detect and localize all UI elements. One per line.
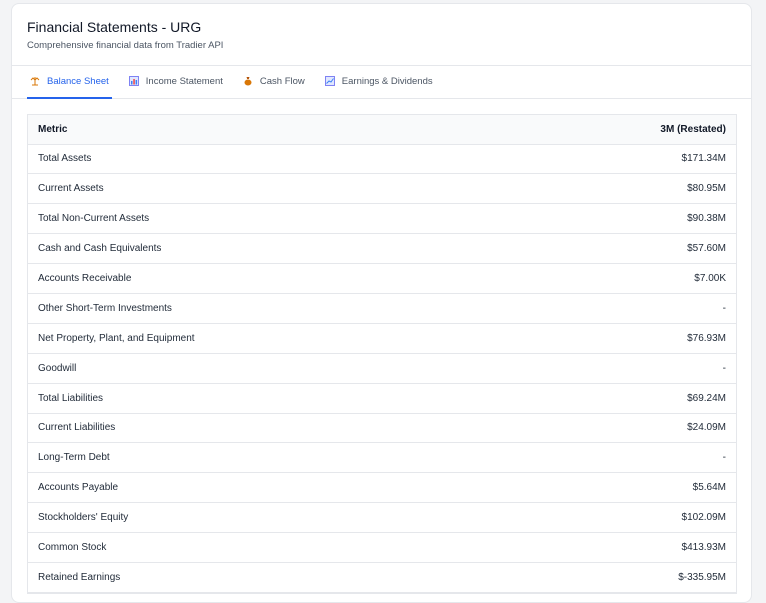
value-cell: $413.93M xyxy=(504,532,736,563)
tab-balance-sheet[interactable]: Balance Sheet xyxy=(27,66,112,99)
tab-label: Earnings & Dividends xyxy=(341,76,433,87)
page-title: Financial Statements - URG xyxy=(27,19,202,35)
metric-cell: Stockholders' Equity xyxy=(28,502,505,534)
column-header-period: 3M (Restated) xyxy=(504,115,736,145)
table-row: Total Non-Current Assets $90.38M xyxy=(28,203,736,235)
metric-cell: Accounts Receivable xyxy=(28,263,505,294)
value-cell: $57.60M xyxy=(504,233,736,265)
scale-icon xyxy=(30,76,40,88)
bar-chart-icon xyxy=(128,75,139,88)
line-chart-icon xyxy=(324,75,335,88)
metric-cell: Total Assets xyxy=(28,144,505,175)
table-row: Other Short-Term Investments - xyxy=(28,293,736,324)
table-row: Accounts Payable $5.64M xyxy=(28,472,736,504)
table-row: Net Property, Plant, and Equipment $76.93… xyxy=(28,323,736,354)
page-subtitle: Comprehensive financial data from Tradie… xyxy=(27,40,224,51)
table-row: Total Assets $171.34M xyxy=(28,144,736,175)
tab-earnings-dividends[interactable]: Earnings & Dividends xyxy=(322,66,436,99)
value-cell: $5.64M xyxy=(504,472,736,504)
card-header: Financial Statements - URG Comprehensive… xyxy=(12,4,751,66)
value-cell: $80.95M xyxy=(504,173,736,205)
metric-cell: Cash and Cash Equivalents xyxy=(28,233,505,265)
table-row: Current Liabilities $24.09M xyxy=(28,413,736,444)
table-header-row: Metric 3M (Restated) xyxy=(28,115,736,145)
metric-cell: Goodwill xyxy=(28,353,505,384)
value-cell: $7.00K xyxy=(504,263,736,294)
value-cell: $102.09M xyxy=(504,502,736,534)
table-row: Common Stock $413.93M xyxy=(28,532,736,563)
table-row: Current Assets $80.95M xyxy=(28,173,736,205)
table-row: Accounts Receivable $7.00K xyxy=(28,263,736,294)
tab-income-statement[interactable]: Income Statement xyxy=(126,66,226,99)
value-cell: - xyxy=(504,353,736,384)
metric-cell: Other Short-Term Investments xyxy=(28,293,505,324)
value-cell: $76.93M xyxy=(504,323,736,354)
metric-cell: Current Assets xyxy=(28,173,505,205)
table-row: Goodwill - xyxy=(28,353,736,384)
value-cell: $90.38M xyxy=(504,203,736,235)
table-row: Long-Term Debt - xyxy=(28,442,736,474)
metric-cell: Net Property, Plant, and Equipment xyxy=(28,323,505,354)
tab-cash-flow[interactable]: Cash Flow xyxy=(240,66,308,99)
metric-cell: Total Liabilities xyxy=(28,383,505,414)
value-cell: $-335.95M xyxy=(504,562,736,593)
value-cell: - xyxy=(504,442,736,474)
metric-cell: Long-Term Debt xyxy=(28,442,505,474)
value-cell: $24.09M xyxy=(504,413,736,444)
money-bag-icon xyxy=(243,76,253,88)
metric-cell: Accounts Payable xyxy=(28,472,505,504)
value-cell: $171.34M xyxy=(504,144,736,175)
metric-cell: Total Non-Current Assets xyxy=(28,203,505,235)
table-row: Cash and Cash Equivalents $57.60M xyxy=(28,233,736,265)
table-body: Total Assets $171.34M Current Assets $80.95… xyxy=(28,144,736,593)
metric-cell: Retained Earnings xyxy=(28,562,505,593)
table-row: Total Liabilities $69.24M xyxy=(28,383,736,414)
column-header-metric: Metric xyxy=(28,115,505,145)
table-row: Retained Earnings $-335.95M xyxy=(28,562,736,593)
tab-label: Income Statement xyxy=(145,76,223,87)
statement-tabs: Balance Sheet Income Statement Cash Flow… xyxy=(12,66,751,99)
table-row: Stockholders' Equity $102.09M xyxy=(28,502,736,534)
tab-label: Cash Flow xyxy=(259,76,305,87)
financial-statements-card: Financial Statements - URG Comprehensive… xyxy=(11,3,752,603)
balance-sheet-table: Metric 3M (Restated) Total Assets $171.34… xyxy=(27,114,737,594)
value-cell: - xyxy=(504,293,736,324)
metric-cell: Current Liabilities xyxy=(28,413,505,444)
value-cell: $69.24M xyxy=(504,383,736,414)
metric-cell: Common Stock xyxy=(28,532,505,563)
tab-label: Balance Sheet xyxy=(47,76,109,87)
